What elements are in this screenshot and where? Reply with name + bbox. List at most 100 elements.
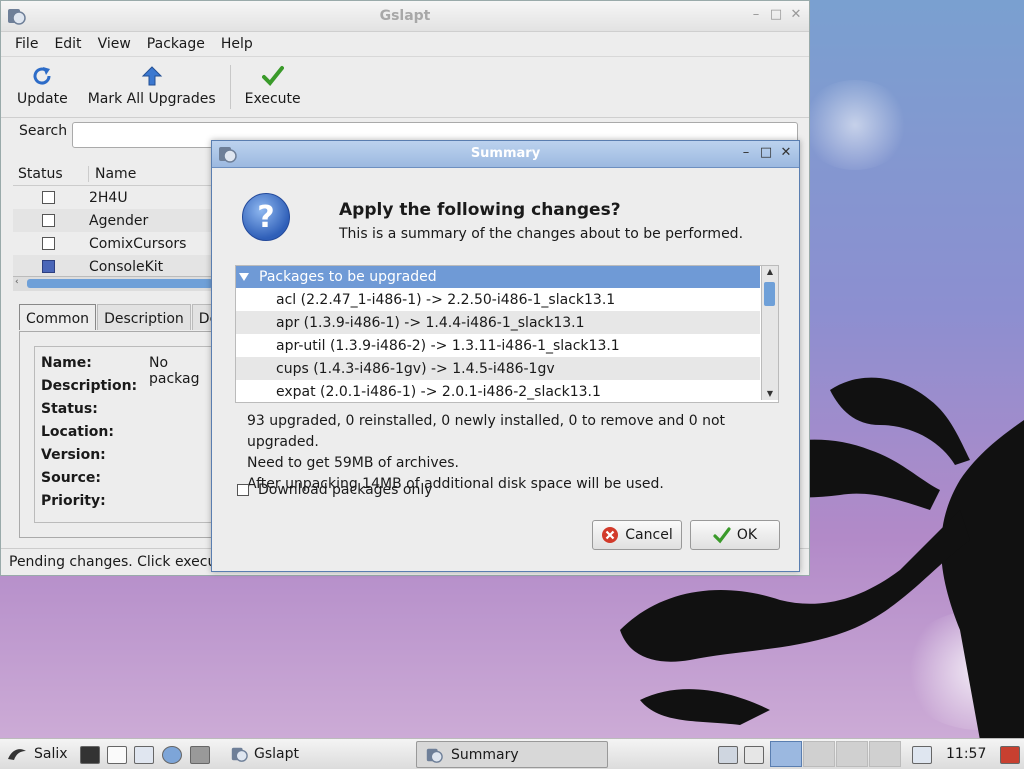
toolbar: Update Mark All Upgrades Execute	[1, 57, 809, 118]
summary-dialog: Summary – □ ✕ ? Apply the following chan…	[211, 140, 800, 572]
scrollbar-thumb[interactable]	[764, 282, 775, 306]
workspace-2[interactable]	[803, 741, 835, 767]
download-only-label: Download packages only	[258, 482, 433, 498]
menu-file[interactable]: File	[7, 36, 46, 52]
name-label: Name:	[41, 355, 92, 371]
group-packages-to-upgrade[interactable]: Packages to be upgraded	[236, 266, 760, 288]
mark-all-upgrades-button[interactable]: Mark All Upgrades	[78, 57, 226, 107]
maximize-icon[interactable]: □	[759, 145, 773, 160]
common-tab-panel: Name: No packag Description: Status: Loc…	[19, 331, 219, 538]
details-tabs: Common Description Dep	[19, 304, 235, 330]
source-label: Source:	[41, 470, 101, 486]
status-installed-icon[interactable]	[41, 260, 55, 273]
checkmark-icon	[261, 66, 284, 86]
status-checkbox[interactable]	[41, 214, 55, 227]
file-manager-launcher-icon[interactable]	[134, 746, 154, 764]
menu-edit[interactable]: Edit	[46, 36, 89, 52]
terminal-launcher-icon[interactable]	[80, 746, 100, 764]
wallpaper-glow	[800, 80, 910, 170]
ok-button[interactable]: OK	[690, 520, 780, 550]
table-row[interactable]: ComixCursors	[13, 232, 213, 255]
execute-label: Execute	[244, 91, 301, 107]
browser-launcher-icon[interactable]	[162, 746, 182, 764]
main-window-title: Gslapt	[379, 8, 431, 24]
close-icon[interactable]: ✕	[779, 145, 793, 160]
group-label: Packages to be upgraded	[259, 269, 437, 285]
package-name: Agender	[89, 212, 149, 229]
display-tray-icon[interactable]	[912, 746, 932, 764]
column-status[interactable]: Status	[13, 166, 89, 182]
cancel-icon	[602, 527, 619, 543]
salix-logo-icon	[8, 749, 26, 760]
update-notifier-tray-icon[interactable]	[744, 746, 764, 764]
tab-description[interactable]: Description	[97, 304, 191, 330]
dialog-titlebar[interactable]: Summary – □ ✕	[212, 141, 799, 168]
workspace-1[interactable]	[770, 741, 802, 767]
start-menu-button[interactable]: Salix	[6, 739, 68, 769]
workspace-pager	[770, 741, 902, 767]
summary-download-size: Need to get 59MB of archives.	[247, 455, 460, 471]
clock[interactable]: 11:57	[946, 746, 986, 762]
list-item[interactable]: acl (2.2.47_1-i486-1) -> 2.2.50-i486-1_s…	[236, 288, 760, 311]
name-value: No packag	[149, 355, 200, 387]
text-editor-launcher-icon[interactable]	[107, 746, 127, 764]
workspace-4[interactable]	[869, 741, 901, 767]
status-checkbox[interactable]	[41, 191, 55, 204]
task-summary[interactable]: Summary	[416, 741, 608, 768]
execute-button[interactable]: Execute	[235, 57, 311, 107]
gslapt-task-icon	[231, 747, 248, 762]
summary-counts: 93 upgraded, 0 reinstalled, 0 newly inst…	[247, 413, 726, 450]
scroll-up-icon[interactable]: ▲	[762, 266, 778, 278]
main-titlebar[interactable]: Gslapt – □ ✕	[1, 1, 809, 32]
table-row[interactable]: ConsoleKit	[13, 255, 213, 278]
update-button[interactable]: Update	[7, 57, 78, 107]
menu-help[interactable]: Help	[213, 36, 261, 52]
cancel-button[interactable]: Cancel	[592, 520, 682, 550]
summary-task-icon	[426, 748, 443, 763]
status-label: Status:	[41, 401, 98, 417]
table-horizontal-scrollbar[interactable]: ‹	[13, 276, 213, 291]
list-item[interactable]: cups (1.4.3-i486-1gv) -> 1.4.5-i486-1gv	[236, 357, 760, 380]
location-label: Location:	[41, 424, 114, 440]
network-tray-icon[interactable]	[718, 746, 738, 764]
scrollbar-thumb[interactable]	[27, 279, 213, 288]
workspace-3[interactable]	[836, 741, 868, 767]
minimize-icon[interactable]: –	[749, 7, 763, 22]
refresh-icon	[33, 67, 51, 85]
list-item[interactable]: apr (1.3.9-i486-1) -> 1.4.4-i486-1_slack…	[236, 311, 760, 334]
search-label: Search	[19, 123, 68, 139]
download-only-checkbox[interactable]	[237, 484, 249, 496]
tab-common[interactable]: Common	[19, 304, 97, 330]
package-table-header: Status Name	[13, 163, 213, 186]
arrow-up-icon	[141, 66, 162, 86]
maximize-icon[interactable]: □	[769, 7, 783, 22]
list-item[interactable]: apr-util (1.3.9-i486-2) -> 1.3.11-i486-1…	[236, 334, 760, 357]
version-label: Version:	[41, 447, 106, 463]
show-desktop-icon[interactable]	[190, 746, 210, 764]
close-icon[interactable]: ✕	[789, 7, 803, 22]
list-item[interactable]: expat (2.0.1-i486-1) -> 2.0.1-i486-2_sla…	[236, 380, 760, 400]
start-label: Salix	[34, 746, 68, 762]
taskbar: Salix Gslapt Summary 11:57	[0, 738, 1024, 769]
status-checkbox[interactable]	[41, 237, 55, 250]
mark-all-label: Mark All Upgrades	[87, 91, 216, 107]
logout-icon[interactable]	[1000, 746, 1020, 764]
download-only-option[interactable]: Download packages only	[237, 482, 433, 498]
menubar: File Edit View Package Help	[1, 32, 809, 57]
changes-tree-view: Packages to be upgraded acl (2.2.47_1-i4…	[235, 265, 779, 403]
ok-label: OK	[736, 527, 758, 543]
menu-view[interactable]: View	[90, 36, 139, 52]
description-label: Description:	[41, 378, 138, 394]
scroll-down-icon[interactable]: ▼	[762, 388, 778, 400]
scroll-left-icon[interactable]: ‹	[15, 277, 19, 287]
minimize-icon[interactable]: –	[739, 145, 753, 160]
column-name[interactable]: Name	[89, 166, 136, 182]
changes-vertical-scrollbar[interactable]: ▲ ▼	[761, 266, 778, 400]
table-row[interactable]: 2H4U	[13, 186, 213, 209]
task-gslapt[interactable]: Gslapt	[230, 739, 299, 769]
dialog-title: Summary	[470, 146, 541, 161]
expander-triangle-icon[interactable]	[239, 273, 249, 281]
task-gslapt-label: Gslapt	[254, 746, 299, 762]
table-row[interactable]: Agender	[13, 209, 213, 232]
menu-package[interactable]: Package	[139, 36, 213, 52]
